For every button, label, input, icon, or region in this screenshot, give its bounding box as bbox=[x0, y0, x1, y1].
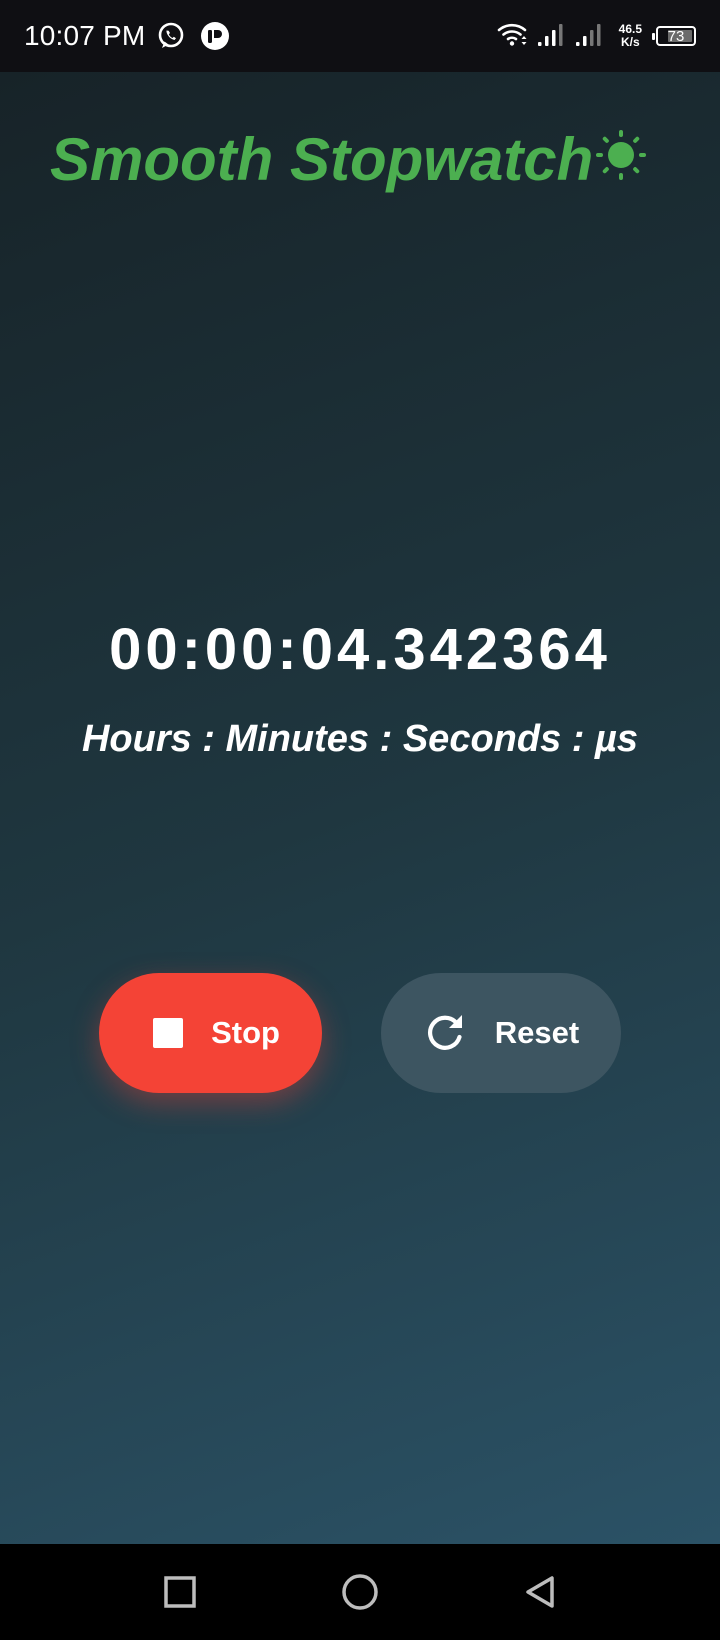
triangle-back-icon bbox=[526, 1576, 554, 1608]
network-speed-unit: K/s bbox=[620, 35, 640, 49]
theme-toggle-button[interactable] bbox=[593, 127, 649, 183]
app-notification-icon bbox=[200, 21, 230, 51]
sun-icon bbox=[596, 130, 646, 180]
cell-signal-icon-sim2 bbox=[575, 21, 605, 52]
back-button[interactable] bbox=[516, 1568, 564, 1616]
timer-units-label: Hours : Minutes : Seconds : µs bbox=[81, 718, 639, 760]
home-button[interactable] bbox=[336, 1568, 384, 1616]
battery-level: 73 bbox=[667, 27, 685, 45]
stop-button[interactable]: Stop bbox=[99, 973, 322, 1093]
recents-button[interactable] bbox=[156, 1568, 204, 1616]
reset-button-label: Reset bbox=[494, 1015, 580, 1050]
network-speed: 46.5 K/s bbox=[619, 23, 642, 49]
square-icon bbox=[164, 1576, 196, 1608]
whatsapp-icon bbox=[156, 21, 186, 51]
wifi-icon bbox=[497, 20, 529, 53]
battery-icon: 73 bbox=[652, 26, 696, 46]
reset-button[interactable]: Reset bbox=[381, 973, 621, 1093]
status-indicators: 46.5 K/s 73 bbox=[497, 18, 696, 54]
phone-screen: 10:07 PM 46.5 K/s 73 Smooth Stopwatch 00… bbox=[0, 0, 720, 1640]
status-time: 10:07 PM bbox=[24, 20, 146, 51]
refresh-icon bbox=[427, 1015, 462, 1050]
app-title: Smooth Stopwatch bbox=[50, 126, 594, 193]
system-navigation-bar bbox=[0, 1544, 720, 1640]
timer-display: 00:00:04.342364 bbox=[109, 617, 611, 682]
stop-button-label: Stop bbox=[211, 1015, 280, 1050]
status-bar: 10:07 PM 46.5 K/s 73 bbox=[0, 0, 720, 72]
app-content: Smooth Stopwatch 00:00:04.342364 Hours :… bbox=[0, 72, 720, 1544]
stop-icon bbox=[153, 1018, 184, 1048]
cell-signal-icon-sim1 bbox=[537, 21, 567, 52]
circle-icon bbox=[342, 1574, 378, 1610]
